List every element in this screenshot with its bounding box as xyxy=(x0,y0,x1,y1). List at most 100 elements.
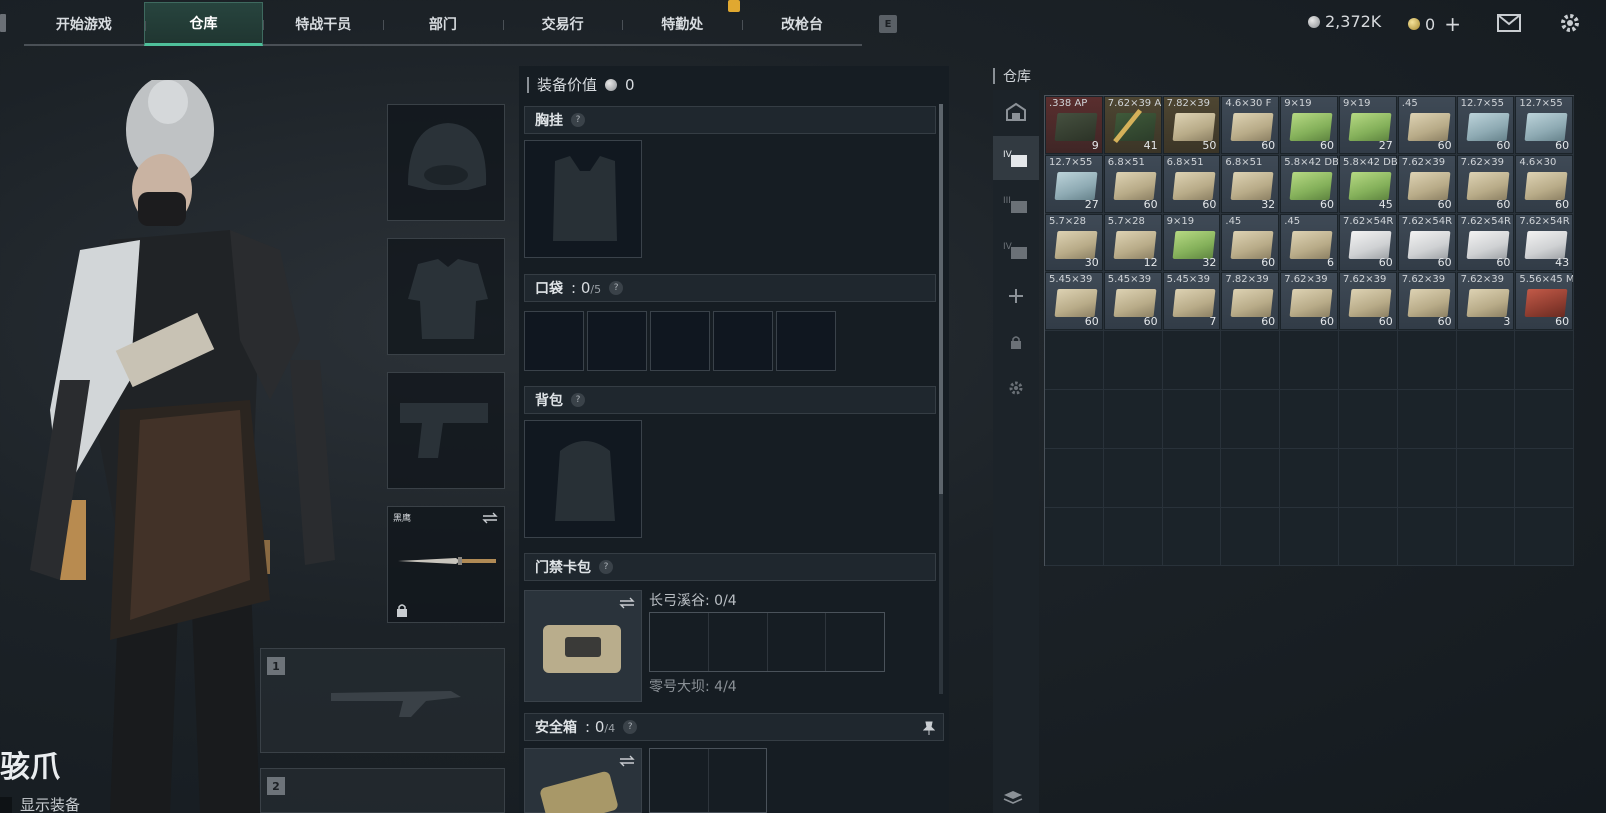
warehouse-cell[interactable]: 7.82×39 60 xyxy=(1221,272,1281,332)
warehouse-home-icon[interactable] xyxy=(993,90,1039,134)
backpack-slot[interactable] xyxy=(524,420,642,538)
warehouse-cell[interactable]: 7.62×54R 60 xyxy=(1338,213,1398,273)
warehouse-cell[interactable] xyxy=(1221,507,1281,567)
safe-box-cell[interactable] xyxy=(709,749,767,812)
help-icon[interactable]: ? xyxy=(609,281,624,295)
warehouse-cell[interactable] xyxy=(1456,331,1516,390)
warehouse-cell[interactable] xyxy=(1103,389,1163,449)
warehouse-cell[interactable]: 5.45×39 60 xyxy=(1103,272,1163,332)
tier-iv-storage-icon[interactable]: IV xyxy=(993,136,1039,180)
warehouse-cell[interactable]: 12.7×55 27 xyxy=(1045,154,1104,214)
warehouse-cell[interactable] xyxy=(1397,507,1457,567)
ammo-item[interactable]: 7.62×39 60 xyxy=(1398,273,1455,330)
ammo-item[interactable]: .45 6 xyxy=(1281,214,1337,271)
warehouse-cell[interactable]: 5.8×42 DBP10 60 xyxy=(1280,154,1339,214)
warehouse-cell[interactable] xyxy=(1515,389,1575,449)
warehouse-cell[interactable]: 7.62×39 60 xyxy=(1397,154,1457,214)
tab-trade[interactable]: 交易行 xyxy=(502,2,623,46)
melee-slot[interactable]: 黑鹰 xyxy=(387,506,505,623)
warehouse-cell[interactable]: 7.62×54R 60 xyxy=(1397,213,1457,273)
safe-box-slot[interactable] xyxy=(524,748,642,813)
warehouse-cell[interactable] xyxy=(1221,448,1281,508)
warehouse-cell[interactable] xyxy=(1280,389,1339,449)
pin-icon[interactable] xyxy=(923,721,935,735)
secondary-weapon-slot[interactable]: 2 xyxy=(260,768,505,813)
gold-currency[interactable]: 0 + xyxy=(1408,12,1461,36)
warehouse-cell[interactable]: 7.62×39 60 xyxy=(1280,272,1339,332)
tier-iv-add-icon[interactable]: IV xyxy=(993,228,1039,272)
warehouse-cell[interactable]: .45 60 xyxy=(1221,213,1281,273)
warehouse-cell[interactable]: 4.6×30 F 60 xyxy=(1221,96,1281,155)
warehouse-cell[interactable] xyxy=(1280,448,1339,508)
ammo-item[interactable]: 6.8×51 32 xyxy=(1222,155,1279,212)
warehouse-cell[interactable]: 9×19 32 xyxy=(1162,213,1222,273)
warehouse-cell[interactable] xyxy=(1103,507,1163,567)
ammo-item[interactable]: 12.7×55 60 xyxy=(1457,97,1514,153)
loadout-scroll-thumb[interactable] xyxy=(939,104,943,494)
ammo-item[interactable]: 7.62×39 AP 41 xyxy=(1104,97,1162,153)
ammo-item[interactable]: 6.8×51 60 xyxy=(1104,155,1161,212)
warehouse-cell[interactable]: 7.62×39 60 xyxy=(1338,272,1398,332)
ammo-item[interactable]: 9×19 60 xyxy=(1281,97,1337,153)
keycard-slot[interactable] xyxy=(826,613,884,671)
ammo-item[interactable]: 5.45×39 60 xyxy=(1046,273,1102,330)
ammo-item[interactable]: 7.62×39 3 xyxy=(1457,273,1514,330)
warehouse-cell[interactable] xyxy=(1338,389,1398,449)
warehouse-cell[interactable]: 7.62×39 60 xyxy=(1397,272,1457,332)
warehouse-cell[interactable] xyxy=(1338,448,1398,508)
show-equipment-toggle[interactable]: 显示装备 xyxy=(0,794,80,813)
tab-special-ops[interactable]: 特勤处 xyxy=(622,2,742,46)
warehouse-cell[interactable] xyxy=(1338,331,1398,390)
ammo-item[interactable]: 5.8×42 DBP10 60 xyxy=(1281,155,1338,212)
ammo-item[interactable]: 7.62×54R 43 xyxy=(1516,214,1573,271)
gear-icon[interactable] xyxy=(1557,10,1583,36)
ammo-item[interactable]: 7.62×54R 60 xyxy=(1339,214,1396,271)
helmet-slot[interactable] xyxy=(387,104,505,221)
ammo-item[interactable]: 5.8×42 DBP10 45 xyxy=(1339,155,1397,212)
warehouse-cell[interactable] xyxy=(1162,331,1222,390)
help-icon[interactable]: ? xyxy=(599,560,613,574)
keycard-case-slot[interactable] xyxy=(524,590,642,702)
warehouse-cell[interactable]: .338 AP 9 xyxy=(1045,96,1104,155)
ammo-item[interactable]: 4.6×30 60 xyxy=(1516,155,1573,212)
warehouse-cell[interactable] xyxy=(1221,331,1281,390)
warehouse-cell[interactable]: 9×19 60 xyxy=(1280,96,1339,155)
keycard-slot[interactable] xyxy=(709,613,768,671)
silver-currency[interactable]: 2,372K xyxy=(1308,12,1381,31)
tab-start-game[interactable]: 开始游戏 xyxy=(24,2,144,46)
tab-operators[interactable]: 特战干员 xyxy=(263,2,383,46)
warehouse-cell[interactable] xyxy=(1103,331,1163,390)
warehouse-cell[interactable] xyxy=(1515,331,1575,390)
warehouse-cell[interactable]: .45 6 xyxy=(1280,213,1339,273)
ammo-item[interactable]: 7.62×39 60 xyxy=(1398,155,1455,212)
warehouse-cell[interactable]: 5.7×28 30 xyxy=(1045,213,1104,273)
lock-icon[interactable] xyxy=(993,320,1039,364)
warehouse-cell[interactable] xyxy=(1456,389,1516,449)
chest-rig-slot[interactable] xyxy=(524,140,642,258)
warehouse-cell[interactable] xyxy=(1397,331,1457,390)
help-icon[interactable]: ? xyxy=(623,720,638,734)
keycard-grid[interactable] xyxy=(649,612,885,672)
primary-weapon-slot[interactable]: 1 xyxy=(260,648,505,753)
warehouse-cell[interactable]: 6.8×51 60 xyxy=(1162,154,1222,214)
warehouse-cell[interactable]: 7.62×54R 60 xyxy=(1456,213,1516,273)
warehouse-cell[interactable]: 5.8×42 DBP10 45 xyxy=(1338,154,1398,214)
warehouse-cell[interactable]: 5.56×45 M855 60 xyxy=(1515,272,1575,332)
warehouse-cell[interactable]: 9×19 27 xyxy=(1338,96,1398,155)
plus-icon[interactable] xyxy=(993,274,1039,318)
warehouse-cell[interactable] xyxy=(1045,331,1104,390)
ammo-item[interactable]: 4.6×30 F 60 xyxy=(1222,97,1279,153)
warehouse-cell[interactable]: 12.7×55 60 xyxy=(1515,96,1575,155)
safe-box-cell[interactable] xyxy=(650,749,709,812)
pocket-slot[interactable] xyxy=(524,311,584,371)
mail-icon[interactable] xyxy=(1496,10,1522,36)
warehouse-cell[interactable]: 7.62×39 60 xyxy=(1456,154,1516,214)
warehouse-cell[interactable]: 5.45×39 60 xyxy=(1045,272,1104,332)
help-icon[interactable]: ? xyxy=(571,113,585,127)
pocket-slot[interactable] xyxy=(650,311,710,371)
gear-icon[interactable] xyxy=(993,366,1039,410)
ammo-item[interactable]: 9×19 27 xyxy=(1339,97,1396,153)
tab-gunsmith[interactable]: 改枪台 xyxy=(742,2,862,46)
swap-icon[interactable] xyxy=(482,512,498,524)
warehouse-cell[interactable]: 6.8×51 60 xyxy=(1103,154,1163,214)
